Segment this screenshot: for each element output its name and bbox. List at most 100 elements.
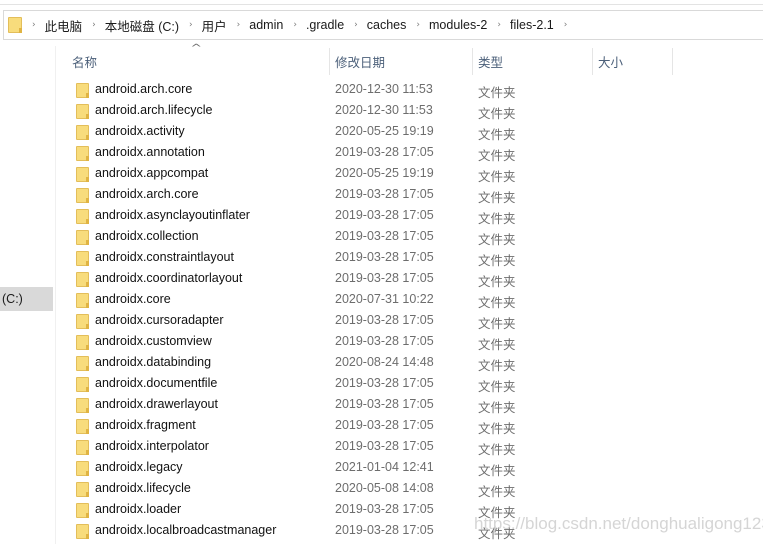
folder-icon — [76, 440, 89, 455]
file-name[interactable]: androidx.arch.core — [95, 187, 199, 201]
file-name[interactable]: androidx.localbroadcastmanager — [95, 523, 276, 537]
breadcrumb-files-2-1[interactable]: files-2.1 — [510, 18, 554, 32]
breadcrumb-users[interactable]: 用户 — [202, 16, 227, 35]
breadcrumb-modules-2[interactable]: modules-2 — [429, 18, 487, 32]
file-type: 文件夹 — [478, 484, 516, 499]
file-row[interactable]: androidx.legacy 2021-01-04 12:41 文件夹 — [56, 458, 763, 479]
folder-icon-cell — [76, 83, 89, 102]
column-header-size[interactable]: 大小 — [592, 46, 672, 76]
file-row[interactable]: android.arch.core 2020-12-30 11:53 文件夹 — [56, 80, 763, 101]
chevron-right-icon[interactable]: › — [32, 20, 36, 30]
file-row[interactable]: androidx.documentfile 2019-03-28 17:05 文件夹 — [56, 374, 763, 395]
file-name[interactable]: androidx.documentfile — [95, 376, 217, 390]
breadcrumb-local-disk[interactable]: 本地磁盘 (C:) — [105, 16, 179, 35]
file-row[interactable]: androidx.interpolator 2019-03-28 17:05 文件夹 — [56, 437, 763, 458]
folder-icon-cell — [76, 146, 89, 165]
file-row[interactable]: androidx.constraintlayout 2019-03-28 17:0… — [56, 248, 763, 269]
file-row[interactable]: androidx.customview 2019-03-28 17:05 文件夹 — [56, 332, 763, 353]
file-date-modified: 2019-03-28 17:05 — [335, 523, 434, 537]
file-name[interactable]: androidx.asynclayoutinflater — [95, 208, 250, 222]
column-header-name-label: 名称 — [72, 54, 98, 70]
chevron-right-icon[interactable]: › — [564, 20, 568, 30]
file-row[interactable]: androidx.asynclayoutinflater 2019-03-28 1… — [56, 206, 763, 227]
file-name[interactable]: androidx.legacy — [95, 460, 183, 474]
file-name[interactable]: androidx.fragment — [95, 418, 196, 432]
folder-icon-cell — [76, 272, 89, 291]
sidebar-item-local-disk-c[interactable]: (C:) — [0, 287, 53, 311]
folder-icon — [76, 167, 89, 182]
file-row[interactable]: androidx.appcompat 2020-05-25 19:19 文件夹 — [56, 164, 763, 185]
file-name[interactable]: android.arch.core — [95, 82, 192, 96]
column-header-size-label: 大小 — [598, 54, 624, 70]
file-date-modified: 2019-03-28 17:05 — [335, 313, 434, 327]
file-row[interactable]: androidx.drawerlayout 2019-03-28 17:05 文件夹 — [56, 395, 763, 416]
file-name[interactable]: androidx.databinding — [95, 355, 211, 369]
file-row[interactable]: androidx.lifecycle 2020-05-08 14:08 文件夹 — [56, 479, 763, 500]
file-name[interactable]: androidx.interpolator — [95, 439, 209, 453]
folder-icon-cell — [76, 356, 89, 375]
breadcrumb-this-pc[interactable]: 此电脑 — [45, 16, 83, 35]
file-row[interactable]: androidx.fragment 2019-03-28 17:05 文件夹 — [56, 416, 763, 437]
breadcrumb-gradle[interactable]: .gradle — [306, 18, 344, 32]
file-date-modified: 2020-12-30 11:53 — [335, 82, 433, 96]
file-type: 文件夹 — [478, 337, 516, 352]
file-row[interactable]: androidx.cursoradapter 2019-03-28 17:05 文件… — [56, 311, 763, 332]
file-date-modified: 2019-03-28 17:05 — [335, 271, 434, 285]
file-row[interactable]: androidx.arch.core 2019-03-28 17:05 文件夹 — [56, 185, 763, 206]
folder-icon — [76, 398, 89, 413]
file-row[interactable]: androidx.core 2020-07-31 10:22 文件夹 — [56, 290, 763, 311]
file-type: 文件夹 — [478, 400, 516, 415]
file-row[interactable]: androidx.localbroadcastmanager 2019-03-28… — [56, 521, 763, 542]
folder-icon-cell — [76, 461, 89, 480]
folder-icon-cell — [76, 335, 89, 354]
file-name[interactable]: android.arch.lifecycle — [95, 103, 212, 117]
column-header-date[interactable]: 修改日期 — [329, 46, 472, 76]
file-name[interactable]: androidx.activity — [95, 124, 185, 138]
file-name[interactable]: androidx.lifecycle — [95, 481, 191, 495]
file-type: 文件夹 — [478, 211, 516, 226]
breadcrumb-admin[interactable]: admin — [249, 18, 283, 32]
file-row[interactable]: androidx.databinding 2020-08-24 14:48 文件夹 — [56, 353, 763, 374]
folder-icon — [76, 293, 89, 308]
column-header-type[interactable]: 类型 — [472, 46, 592, 76]
address-bar[interactable]: › 此电脑 › 本地磁盘 (C:) › 用户 › admin › .gradle… — [3, 10, 763, 40]
file-name[interactable]: androidx.annotation — [95, 145, 205, 159]
file-name[interactable]: androidx.customview — [95, 334, 212, 348]
breadcrumb-caches[interactable]: caches — [367, 18, 407, 32]
file-type: 文件夹 — [478, 526, 516, 541]
folder-icon-cell — [76, 209, 89, 228]
file-row[interactable]: androidx.activity 2020-05-25 19:19 文件夹 — [56, 122, 763, 143]
folder-icon — [76, 146, 89, 161]
column-divider[interactable] — [672, 48, 673, 75]
file-name[interactable]: androidx.cursoradapter — [95, 313, 224, 327]
folder-icon-cell — [76, 314, 89, 333]
file-name[interactable]: androidx.constraintlayout — [95, 250, 234, 264]
chevron-right-icon[interactable]: › — [293, 20, 297, 30]
folder-icon-cell — [76, 104, 89, 123]
file-row[interactable]: androidx.collection 2019-03-28 17:05 文件夹 — [56, 227, 763, 248]
file-type: 文件夹 — [478, 106, 516, 121]
chevron-right-icon[interactable]: › — [354, 20, 358, 30]
file-date-modified: 2019-03-28 17:05 — [335, 418, 434, 432]
chevron-right-icon[interactable]: › — [92, 20, 96, 30]
file-row[interactable]: android.arch.lifecycle 2020-12-30 11:53 文件… — [56, 101, 763, 122]
file-date-modified: 2020-05-25 19:19 — [335, 124, 434, 138]
file-name[interactable]: androidx.appcompat — [95, 166, 208, 180]
file-name[interactable]: androidx.drawerlayout — [95, 397, 218, 411]
chevron-right-icon[interactable]: › — [189, 20, 193, 30]
file-date-modified: 2019-03-28 17:05 — [335, 208, 434, 222]
chevron-right-icon[interactable]: › — [237, 20, 241, 30]
chevron-right-icon[interactable]: › — [416, 20, 420, 30]
file-name[interactable]: androidx.loader — [95, 502, 181, 516]
file-row[interactable]: androidx.annotation 2019-03-28 17:05 文件夹 — [56, 143, 763, 164]
column-header-name[interactable]: 名称 — [66, 46, 329, 76]
file-row[interactable]: androidx.coordinatorlayout 2019-03-28 17:… — [56, 269, 763, 290]
file-row[interactable]: androidx.loader 2019-03-28 17:05 文件夹 — [56, 500, 763, 521]
file-name[interactable]: androidx.core — [95, 292, 171, 306]
folder-icon-cell — [76, 398, 89, 417]
folder-icon — [76, 125, 89, 140]
file-name[interactable]: androidx.coordinatorlayout — [95, 271, 242, 285]
file-name[interactable]: androidx.collection — [95, 229, 199, 243]
file-type: 文件夹 — [478, 379, 516, 394]
chevron-right-icon[interactable]: › — [497, 20, 501, 30]
